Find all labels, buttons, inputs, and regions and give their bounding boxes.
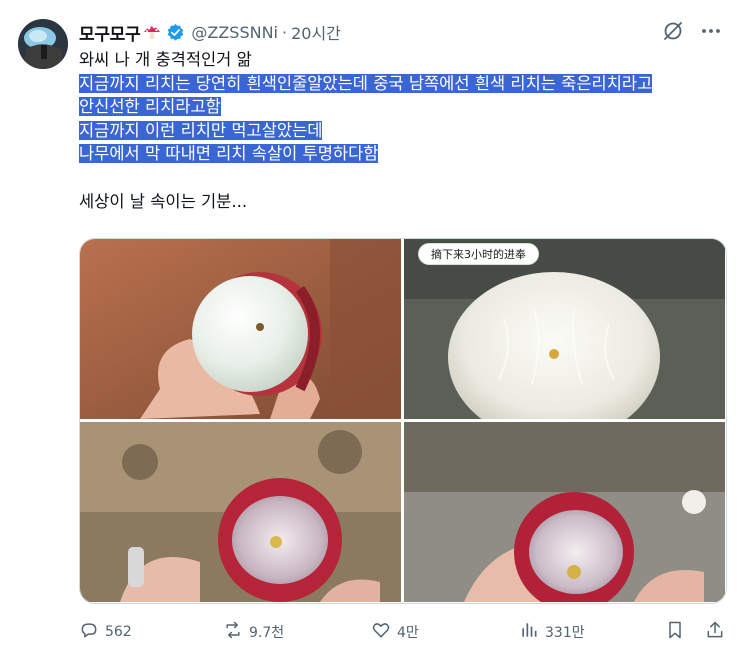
reply-icon	[79, 620, 99, 644]
mushroom-emoji-icon	[142, 22, 162, 42]
repost-button[interactable]: 9.7천	[223, 620, 284, 644]
views-button[interactable]: 331만	[519, 620, 585, 644]
heart-icon	[371, 620, 391, 644]
handle[interactable]: @ZZSSNNi	[191, 23, 278, 42]
post-text-line: 세상이 날 속이는 기분...	[79, 191, 248, 211]
reply-button[interactable]: 562	[79, 620, 132, 644]
post-actions: 562 9.7천 4만 331만	[79, 619, 725, 645]
photo-2[interactable]: 摘下来3小时的进奉	[404, 239, 725, 419]
top-edge	[0, 0, 740, 8]
like-button[interactable]: 4만	[371, 620, 419, 644]
more-icon[interactable]	[700, 20, 722, 46]
photo-caption: 摘下来3小时的进奉	[418, 243, 539, 265]
like-count: 4만	[397, 625, 419, 641]
post-time[interactable]: 20시간	[291, 20, 341, 44]
avatar[interactable]	[18, 19, 68, 69]
media-grid: 摘下来3小时的进奉	[79, 238, 727, 604]
photo-4[interactable]	[404, 422, 725, 602]
post-top-actions	[662, 20, 722, 46]
post-text: 와씨 나 개 충격적인거 앎 지금까지 리치는 당연히 흰색인줄알았는데 중국 …	[79, 48, 729, 213]
views-count: 331만	[545, 625, 585, 641]
photo-1[interactable]	[80, 239, 401, 419]
repost-icon	[223, 620, 243, 644]
verified-badge-icon[interactable]	[166, 23, 185, 42]
bookmark-button[interactable]	[665, 620, 685, 644]
repost-count: 9.7천	[249, 625, 285, 641]
grok-icon[interactable]	[662, 20, 684, 46]
share-button[interactable]	[705, 620, 725, 644]
reply-count: 562	[105, 624, 132, 640]
post-text-line: 와씨 나 개 충격적인거 앎	[79, 50, 252, 69]
share-icon	[705, 620, 725, 644]
highlighted-text-line: 안신선한 리치라고함	[79, 97, 221, 116]
post-header: 모구모구 @ZZSSNNi · 20시간	[79, 19, 720, 45]
bookmark-icon	[665, 620, 685, 644]
display-name[interactable]: 모구모구	[79, 20, 141, 45]
highlighted-text-line: 지금까지 이런 리치만 먹고살았는데	[79, 120, 323, 140]
highlighted-text-line: 지금까지 리치는 당연히 흰색인줄알았는데 중국 남쪽에선 흰색 리치는 죽은리…	[79, 73, 653, 93]
views-icon	[519, 620, 539, 644]
photo-3[interactable]	[80, 422, 401, 602]
separator-dot: ·	[282, 22, 288, 42]
highlighted-text-line: 나무에서 막 따내면 리치 속살이 투명하다함	[79, 144, 379, 163]
